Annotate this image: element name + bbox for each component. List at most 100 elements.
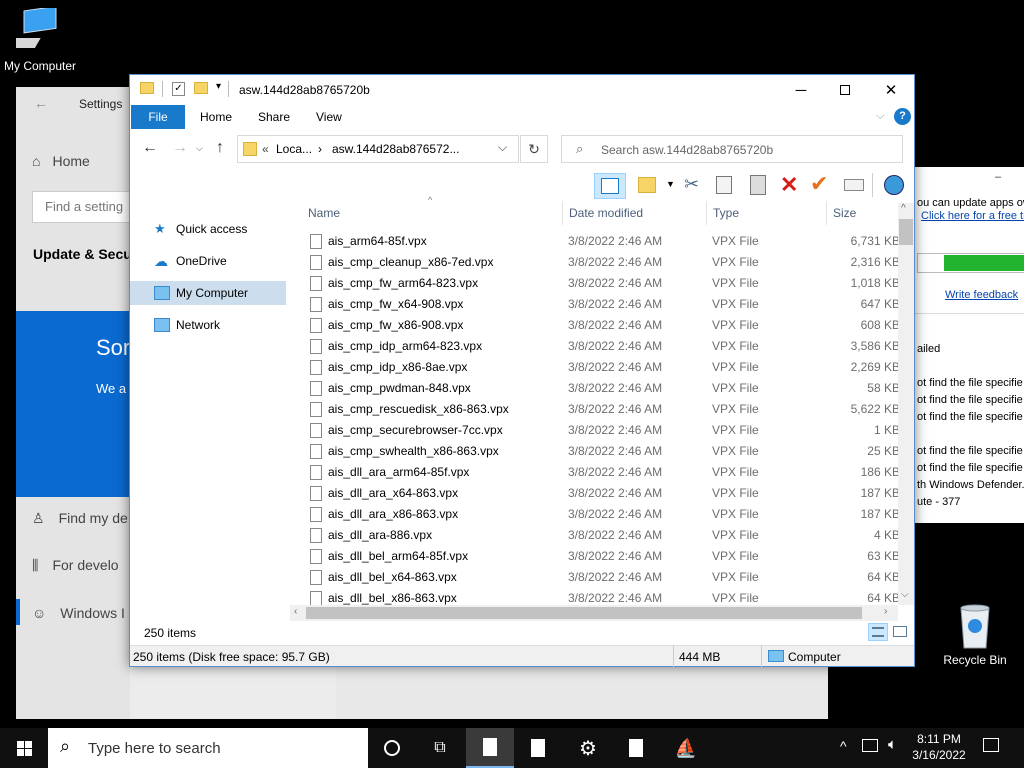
horizontal-scrollbar[interactable]: ‹ › (290, 605, 898, 621)
new-folder-icon[interactable] (194, 82, 208, 94)
volume-icon[interactable]: 🔈︎ (888, 736, 897, 753)
network-tray-icon[interactable] (862, 739, 878, 752)
preview-pane-button[interactable] (594, 173, 626, 199)
file-row[interactable]: ais_cmp_rescuedisk_x86-863.vpx 3/8/2022 2… (306, 399, 902, 420)
settings-home[interactable]: ⌂ Home (32, 153, 90, 169)
file-row[interactable]: ais_cmp_fw_arm64-823.vpx 3/8/2022 2:46 AM… (306, 273, 902, 294)
file-row[interactable]: ais_cmp_swhealth_x86-863.vpx 3/8/2022 2:4… (306, 441, 902, 462)
file-row[interactable]: ais_dll_ara_x86-863.vpx 3/8/2022 2:46 AM V… (306, 504, 902, 525)
show-hidden-icons[interactable]: ^ (840, 738, 847, 754)
tab-view[interactable]: View (306, 105, 352, 129)
write-feedback-link[interactable]: Write feedback (945, 289, 1018, 301)
file-explorer-window[interactable]: ✓ ▾ asw.144d28ab8765720b ─ ✕ File Home S… (129, 74, 915, 667)
cut-icon[interactable]: ✂ (684, 174, 699, 195)
task-view-button[interactable]: ⧉ (416, 728, 464, 768)
address-bar[interactable]: « Loca... › asw.144d28ab876572... ⌵ (237, 135, 519, 163)
taskbar-app-settings[interactable]: ⚙ (564, 728, 612, 768)
file-row[interactable]: ais_cmp_idp_x86-8ae.vpx 3/8/2022 2:46 AM V… (306, 357, 902, 378)
settings-item-find-my-device[interactable]: ♙ Find my de (32, 510, 128, 527)
details-view-button[interactable] (868, 623, 888, 641)
column-header-date[interactable]: Date modified (569, 201, 643, 225)
settings-item-windows-insider[interactable]: ☺ Windows I (32, 605, 125, 621)
chevron-down-icon[interactable]: ▼ (666, 179, 675, 189)
minimize-button[interactable]: – (995, 171, 1001, 183)
scroll-thumb[interactable] (306, 607, 862, 619)
up-arrow-icon[interactable]: ↑ (216, 139, 224, 157)
file-row[interactable]: ais_dll_ara_x64-863.vpx 3/8/2022 2:46 AM V… (306, 483, 902, 504)
desktop-icon-recycle-bin[interactable]: Recycle Bin (936, 602, 1014, 667)
file-row[interactable]: ais_dll_bel_x64-863.vpx 3/8/2022 2:46 AM V… (306, 567, 902, 588)
windows-logo-icon (16, 740, 32, 756)
copy-icon[interactable] (716, 176, 732, 194)
file-row[interactable]: ais_cmp_securebrowser-7cc.vpx 3/8/2022 2:… (306, 420, 902, 441)
av-status-line: th Windows Defender. (917, 479, 1024, 491)
scroll-right-icon[interactable]: › (884, 606, 887, 617)
column-divider[interactable] (562, 201, 563, 225)
file-row[interactable]: ais_cmp_cleanup_x86-7ed.vpx 3/8/2022 2:46… (306, 252, 902, 273)
maximize-button[interactable] (822, 75, 868, 105)
start-button[interactable] (0, 728, 48, 768)
file-row[interactable]: ais_cmp_fw_x86-908.vpx 3/8/2022 2:46 AM VP… (306, 315, 902, 336)
column-header-type[interactable]: Type (713, 201, 739, 225)
tab-file[interactable]: File (131, 105, 185, 129)
chevron-down-icon[interactable]: ⌵ (498, 140, 507, 155)
large-icons-view-button[interactable] (890, 623, 910, 641)
taskbar-app-avast[interactable]: ⛵ (662, 728, 710, 768)
av-trial-link[interactable]: Click here for a free tri (921, 210, 1024, 222)
notification-icon[interactable] (983, 738, 999, 752)
overflow-icon[interactable]: « (262, 142, 269, 156)
file-row[interactable]: ais_dll_bel_arm64-85f.vpx 3/8/2022 2:46 A… (306, 546, 902, 567)
column-divider[interactable] (826, 201, 827, 225)
taskbar-app-document-2[interactable] (612, 728, 660, 768)
globe-icon[interactable] (884, 175, 904, 195)
checkmark-icon[interactable]: ✔ (810, 171, 828, 197)
customize-qat-icon[interactable]: ▾ (216, 81, 221, 92)
taskbar-app-explorer[interactable] (466, 728, 514, 768)
taskbar-search-box[interactable]: ⌕ Type here to search (48, 728, 368, 768)
taskbar-app-document[interactable] (514, 728, 562, 768)
vertical-scrollbar[interactable]: ^ ⌵ (898, 203, 914, 605)
paste-icon[interactable] (750, 175, 766, 195)
breadcrumb-current[interactable]: asw.144d28ab876572... (332, 142, 459, 156)
file-row[interactable]: ais_dll_ara-886.vpx 3/8/2022 2:46 AM VPX F… (306, 525, 902, 546)
cortana-button[interactable] (368, 728, 416, 768)
column-divider[interactable] (706, 201, 707, 225)
chevron-right-icon[interactable]: › (318, 142, 322, 156)
file-type: VPX File (712, 465, 759, 479)
antivirus-window[interactable]: – ou can update apps ove Click here for … (912, 167, 1024, 523)
recent-locations-icon[interactable]: ⌵ (196, 143, 203, 154)
delete-icon[interactable]: ✕ (780, 172, 798, 198)
back-arrow-icon[interactable]: ← (142, 139, 158, 157)
clock[interactable]: 8:11 PM 3/16/2022 (906, 731, 972, 763)
search-input[interactable]: ⌕ Search asw.144d28ab8765720b (561, 135, 903, 163)
desktop-icon-my-computer[interactable]: My Computer (0, 5, 80, 73)
properties-icon[interactable]: ✓ (172, 82, 185, 96)
settings-item-for-developers[interactable]: ⫼ For develo (32, 557, 119, 574)
file-row[interactable]: ais_dll_bel_x86-863.vpx 3/8/2022 2:46 AM V… (306, 588, 902, 605)
scroll-thumb[interactable] (899, 219, 913, 245)
rename-icon[interactable] (844, 179, 864, 191)
file-row[interactable]: ais_cmp_idp_arm64-823.vpx 3/8/2022 2:46 A… (306, 336, 902, 357)
file-row[interactable]: ais_cmp_pwdman-848.vpx 3/8/2022 2:46 AM VP… (306, 378, 902, 399)
scroll-left-icon[interactable]: ‹ (294, 606, 297, 617)
scroll-up-icon[interactable]: ^ (901, 203, 906, 214)
close-button[interactable]: ✕ (868, 75, 914, 105)
tab-home[interactable]: Home (190, 105, 242, 129)
minimize-button[interactable]: ─ (778, 75, 824, 105)
scroll-down-icon[interactable]: ⌵ (901, 589, 909, 600)
column-header-name[interactable]: Name (308, 201, 340, 225)
column-header-size[interactable]: Size (833, 201, 856, 225)
help-icon[interactable]: ? (894, 108, 911, 125)
settings-search-input[interactable]: Find a setting (32, 191, 130, 223)
ribbon-expand-icon[interactable]: ⌵ (876, 110, 884, 123)
file-icon (310, 276, 322, 291)
file-row[interactable]: ais_cmp_fw_x64-908.vpx 3/8/2022 2:46 AM VP… (306, 294, 902, 315)
tab-share[interactable]: Share (248, 105, 300, 129)
back-arrow-icon[interactable]: ← (34, 95, 48, 111)
new-folder-toolbar-icon[interactable] (638, 177, 656, 193)
file-row[interactable]: ais_dll_ara_arm64-85f.vpx 3/8/2022 2:46 A… (306, 462, 902, 483)
file-row[interactable]: ais_arm64-85f.vpx 3/8/2022 2:46 AM VPX Fil… (306, 231, 902, 252)
forward-arrow-icon[interactable]: → (172, 139, 188, 157)
breadcrumb-local[interactable]: Loca... (276, 142, 312, 156)
refresh-button[interactable]: ↻ (520, 135, 548, 163)
